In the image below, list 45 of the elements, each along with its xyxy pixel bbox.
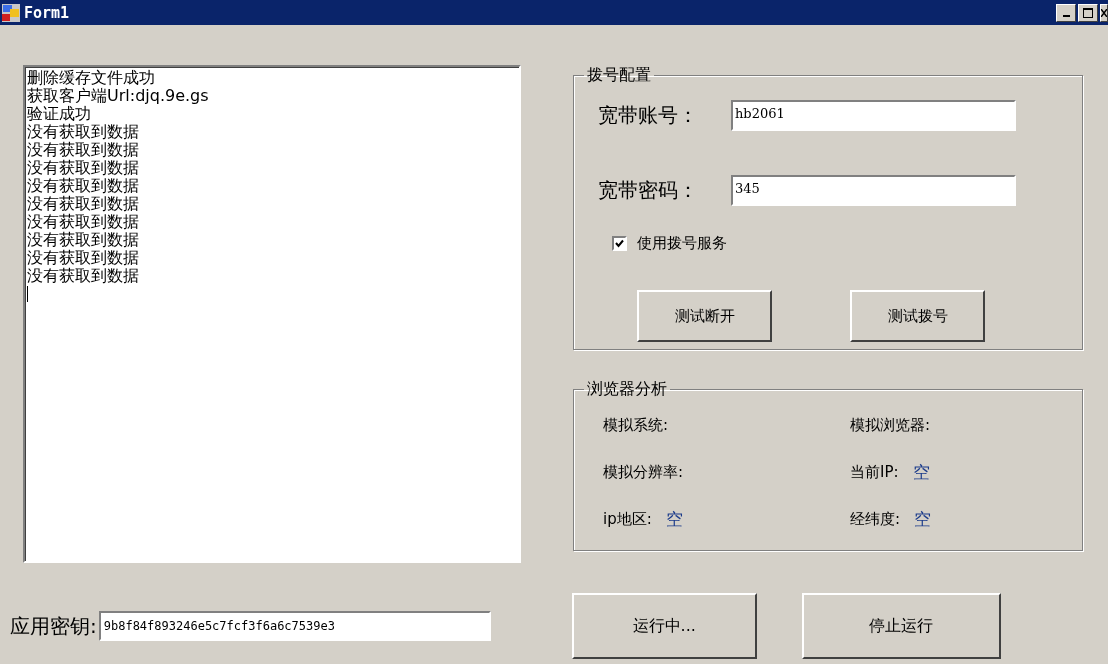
action-button[interactable]: 运行中... [571,593,757,659]
log-line: 删除缓存文件成功 [27,69,156,87]
field-label: 宽带账号： [598,102,699,129]
minimize-button[interactable] [1056,3,1076,22]
close-icon [1101,8,1107,17]
log-line: 没有获取到数据 [27,123,140,141]
info-value: 空 [912,461,930,484]
input-field[interactable]: 345 [731,175,1016,206]
app-icon [2,3,20,22]
checkbox-label[interactable]: 使用拨号服务 [637,234,727,253]
close-button[interactable] [1100,3,1108,22]
log-line: 没有获取到数据 [27,267,140,285]
field-label: 宽带密码： [598,177,699,204]
minimize-icon [1062,14,1070,17]
log-line: 获取客户端Url:djq.9e.gs [27,87,210,105]
text-cursor [27,286,28,302]
info-label: ip地区: [603,510,652,529]
info-value: 空 [914,508,932,531]
info-value: 空 [665,508,683,531]
window-title: Form1 [24,3,71,22]
info-label: 当前IP: [850,463,899,482]
log-line: 没有获取到数据 [27,177,140,195]
log-line: 没有获取到数据 [27,159,140,177]
input-field[interactable]: hb2061 [731,100,1016,131]
maximize-icon [1083,7,1093,18]
group-title: 浏览器分析 [586,379,668,400]
log-line: 没有获取到数据 [27,249,140,267]
info-label: 经纬度: [850,510,901,529]
info-label: 模拟分辨率: [603,463,684,482]
log-line: 验证成功 [27,105,92,123]
group-title: 拨号配置 [586,65,652,86]
checkbox[interactable] [612,236,627,251]
app-key-field[interactable]: 9b8f84f893246e5c7fcf3f6a6c7539e3 [98,611,491,641]
info-label: 模拟浏览器: [850,416,931,435]
action-button[interactable]: 停止运行 [801,593,1001,659]
log-line: 没有获取到数据 [27,141,140,159]
info-label: 模拟系统: [603,416,669,435]
log-line: 没有获取到数据 [27,231,140,249]
maximize-button[interactable] [1078,3,1098,22]
log-text-area[interactable]: 删除缓存文件成功 获取客户端Url:djq.9e.gs 验证成功 没有获取到数据 没有获取到数据 没有获取到数据 没有获取到数据 没有获取到数据 没有获取到数据 没有获取到数据 没有获取到数据 没有获取到数据 [23,65,521,563]
action-button[interactable]: 测试断开 [637,290,772,342]
log-line: 没有获取到数据 [27,213,140,231]
action-button[interactable]: 测试拨号 [850,290,985,342]
log-line: 没有获取到数据 [27,195,140,213]
app-key-label: 应用密钥: [10,612,97,640]
